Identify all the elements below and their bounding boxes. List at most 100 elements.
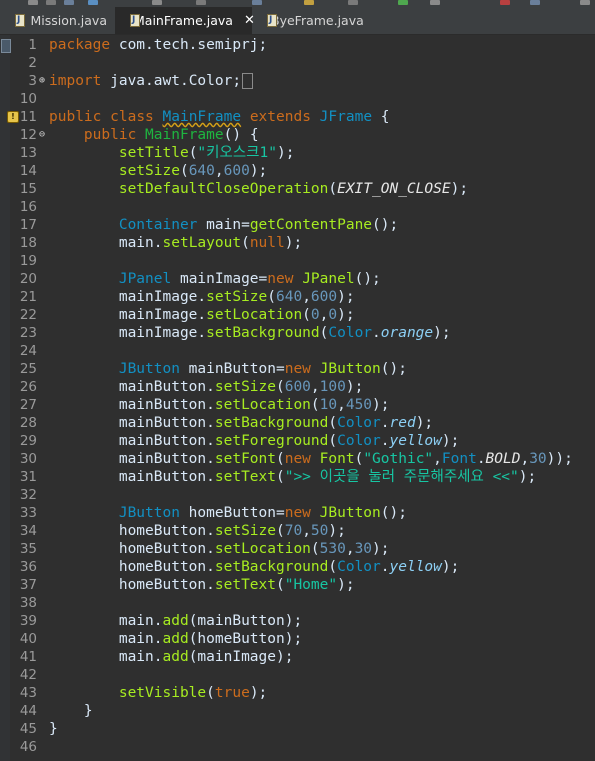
code-line[interactable]: 11! public class MainFrame extends JFrame…	[0, 108, 595, 126]
code-line[interactable]: 46	[0, 738, 595, 756]
code-line[interactable]: 26 mainButton.setSize(600,100);	[0, 378, 595, 396]
code-line[interactable]: 24	[0, 342, 595, 360]
line-number: 14	[19, 163, 37, 179]
code-token: (	[275, 379, 285, 395]
code-line[interactable]: 37 homeButton.setText("Home");	[0, 576, 595, 594]
code-line[interactable]: 18 main.setLayout(null);	[0, 234, 595, 252]
code-line[interactable]: 35 homeButton.setLocation(530,30);	[0, 540, 595, 558]
code-line[interactable]: 12 ⊖ public MainFrame() {	[0, 126, 595, 144]
tab-byeframe-java[interactable]: J ByeFrame.java	[252, 7, 370, 34]
code-line[interactable]: 19	[0, 252, 595, 270]
code-line[interactable]: 15 setDefaultCloseOperation(EXIT_ON_CLOS…	[0, 180, 595, 198]
code-token: main.	[49, 649, 163, 665]
code-text: mainButton.setFont(new Font("Gothic",Fon…	[49, 450, 573, 468]
code-line[interactable]: 42	[0, 666, 595, 684]
code-token: setFont	[214, 451, 276, 467]
code-token: ,	[337, 397, 346, 413]
code-line[interactable]: 44 }	[0, 702, 595, 720]
code-token: );	[328, 523, 346, 539]
toolbar-button-icon[interactable]	[304, 0, 314, 5]
fold-collapse-icon[interactable]: ⊖	[37, 126, 47, 144]
code-line[interactable]: 43 setVisible(true);	[0, 684, 595, 702]
line-number: 29	[19, 433, 37, 449]
code-line[interactable]: 10	[0, 90, 595, 108]
code-line[interactable]: 40 main.add(homeButton);	[0, 630, 595, 648]
toolbar-button-icon[interactable]	[196, 0, 206, 5]
tab-mission-java[interactable]: J Mission.java	[0, 7, 115, 34]
toolbar-button-icon[interactable]	[88, 0, 98, 5]
code-token: setTitle	[118, 145, 189, 161]
code-token: .	[380, 415, 390, 431]
code-line[interactable]: 28 mainButton.setBackground(Color.red);	[0, 414, 595, 432]
code-token: mainButton.	[49, 433, 215, 449]
code-line[interactable]: 1 package com.tech.semiprj;	[0, 36, 595, 54]
code-token: (	[328, 415, 338, 431]
code-token: mainImage=	[171, 271, 268, 287]
code-line[interactable]: 2	[0, 54, 595, 72]
code-line[interactable]: 45}	[0, 720, 595, 738]
collapsed-imports-box[interactable]	[242, 73, 254, 89]
toolbar-button-icon[interactable]	[252, 0, 262, 5]
line-number: 46	[19, 739, 37, 755]
toolbar-button-icon[interactable]	[580, 0, 590, 5]
code-line[interactable]: 31 mainButton.setText(">> 이곳을 눌러 주문해주세요 …	[0, 468, 595, 486]
toolbar-button-icon[interactable]	[28, 0, 38, 5]
toolbar-button-icon[interactable]	[500, 0, 510, 5]
code-line[interactable]: 39 main.add(mainButton);	[0, 612, 595, 630]
code-line[interactable]: 41 main.add(mainImage);	[0, 648, 595, 666]
code-token: homeButton.	[49, 559, 215, 575]
toolbar-button-icon[interactable]	[398, 0, 408, 5]
code-text: mainButton.setBackground(Color.red);	[49, 414, 433, 432]
code-line[interactable]: 34 homeButton.setSize(70,50);	[0, 522, 595, 540]
code-line[interactable]: 22 mainImage.setLocation(0,0);	[0, 306, 595, 324]
line-number: 25	[19, 361, 37, 377]
code-token: );	[337, 289, 355, 305]
tab-mainframe-java[interactable]: J MainFrame.java ✕	[115, 7, 255, 34]
code-line[interactable]: 33 JButton homeButton=new JButton();	[0, 504, 595, 522]
code-line[interactable]: 16	[0, 198, 595, 216]
tab-label: MainFrame.java	[134, 13, 233, 28]
code-line[interactable]: 14 setSize(640,600);	[0, 162, 595, 180]
code-line[interactable]: 13 setTitle("키오스크1");	[0, 144, 595, 162]
code-line[interactable]: 20 JPanel mainImage=new JPanel();	[0, 270, 595, 288]
code-line[interactable]: 25 JButton mainButton=new JButton();	[0, 360, 595, 378]
code-token: 530	[319, 541, 346, 557]
code-text: JButton homeButton=new JButton();	[49, 504, 407, 522]
line-number: 30	[19, 451, 37, 467]
warning-icon[interactable]: !	[7, 111, 19, 123]
code-line[interactable]: 29 mainButton.setForeground(Color.yellow…	[0, 432, 595, 450]
fold-expand-icon[interactable]: ⊕	[37, 72, 47, 90]
code-token: Color	[337, 415, 381, 431]
code-token: =	[241, 217, 250, 233]
code-line[interactable]: 3 ⊕ import java.awt.Color;	[0, 72, 595, 90]
toolbar-button-icon[interactable]	[152, 0, 162, 5]
code-token: JPanel	[118, 271, 172, 287]
toolbar-button-icon[interactable]	[530, 0, 540, 5]
code-token: mainImage.	[49, 325, 207, 341]
code-line[interactable]: 30 mainButton.setFont(new Font("Gothic",…	[0, 450, 595, 468]
code-line[interactable]: 36 homeButton.setBackground(Color.yellow…	[0, 558, 595, 576]
code-token: ,	[345, 541, 355, 557]
code-token: homeButton=	[179, 505, 285, 521]
code-line[interactable]: 32	[0, 486, 595, 504]
code-text: mainImage.setSize(640,600);	[49, 288, 355, 306]
code-token: (mainButton);	[188, 613, 303, 629]
code-line[interactable]: 17 Container main=getContentPane();	[0, 216, 595, 234]
toolbar-button-icon[interactable]	[46, 0, 56, 5]
code-line[interactable]: 27 mainButton.setLocation(10,450);	[0, 396, 595, 414]
code-token: public	[83, 127, 137, 143]
code-line[interactable]: 23 mainImage.setBackground(Color.orange)…	[0, 324, 595, 342]
toolbar-button-icon[interactable]	[430, 0, 440, 5]
code-editor[interactable]: 1 package com.tech.semiprj; 2 3 ⊕ import java…	[0, 35, 595, 761]
toolbar-button-icon[interactable]	[64, 0, 74, 5]
code-token: );	[415, 415, 434, 431]
code-token: 100	[319, 379, 346, 395]
code-token: ();	[380, 505, 407, 521]
toolbar-button-icon[interactable]	[348, 0, 358, 5]
code-token: 450	[345, 397, 373, 413]
code-line[interactable]: 21 mainImage.setSize(640,600);	[0, 288, 595, 306]
code-line[interactable]: 38	[0, 594, 595, 612]
code-text: mainButton.setSize(600,100);	[49, 378, 364, 396]
